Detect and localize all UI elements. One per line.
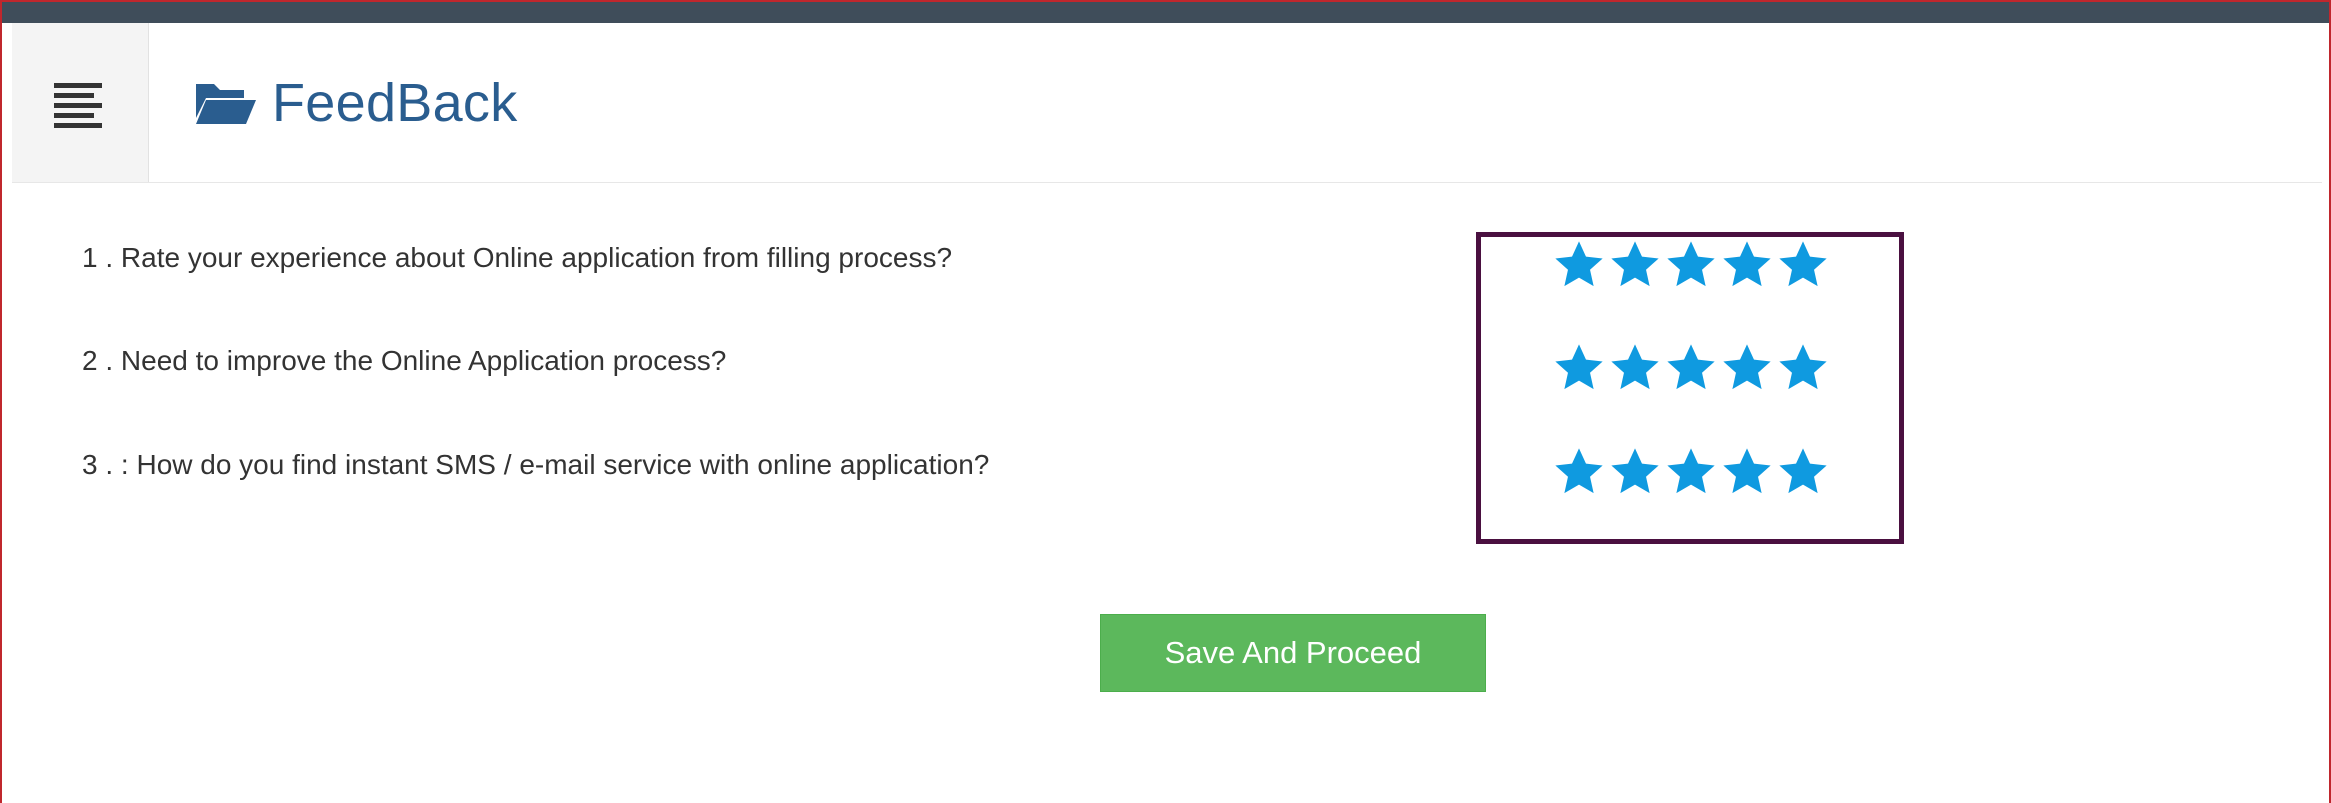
menu-toggle-button[interactable]: [12, 23, 149, 182]
folder-open-icon: [196, 84, 256, 124]
save-and-proceed-button[interactable]: Save And Proceed: [1100, 614, 1486, 692]
app-window: FeedBack 1 . Rate your experience about …: [0, 0, 2331, 803]
star-icon[interactable]: [1608, 341, 1662, 395]
page-title: FeedBack: [272, 73, 518, 133]
question-2: 2 . Need to improve the Online Applicati…: [82, 345, 727, 376]
page-title-group: FeedBack: [194, 63, 518, 143]
star-icon[interactable]: [1720, 341, 1774, 395]
star-icon[interactable]: [1776, 445, 1830, 499]
star-icon[interactable]: [1664, 238, 1718, 292]
star-icon[interactable]: [1776, 238, 1830, 292]
star-icon[interactable]: [1664, 445, 1718, 499]
star-icon[interactable]: [1608, 238, 1662, 292]
star-icon[interactable]: [1552, 341, 1606, 395]
question-3: 3 . : How do you find instant SMS / e-ma…: [82, 449, 990, 480]
star-icon[interactable]: [1776, 341, 1830, 395]
star-icon[interactable]: [1720, 238, 1774, 292]
star-icon[interactable]: [1608, 445, 1662, 499]
star-rating-1[interactable]: [1552, 238, 1830, 292]
question-1: 1 . Rate your experience about Online ap…: [82, 242, 953, 273]
star-rating-2[interactable]: [1552, 341, 1830, 395]
star-icon[interactable]: [1552, 445, 1606, 499]
star-icon[interactable]: [1664, 341, 1718, 395]
top-bar: [2, 2, 2329, 23]
star-icon[interactable]: [1552, 238, 1606, 292]
star-icon[interactable]: [1720, 445, 1774, 499]
page-header: FeedBack: [12, 23, 2322, 183]
star-rating-3[interactable]: [1552, 445, 1830, 499]
